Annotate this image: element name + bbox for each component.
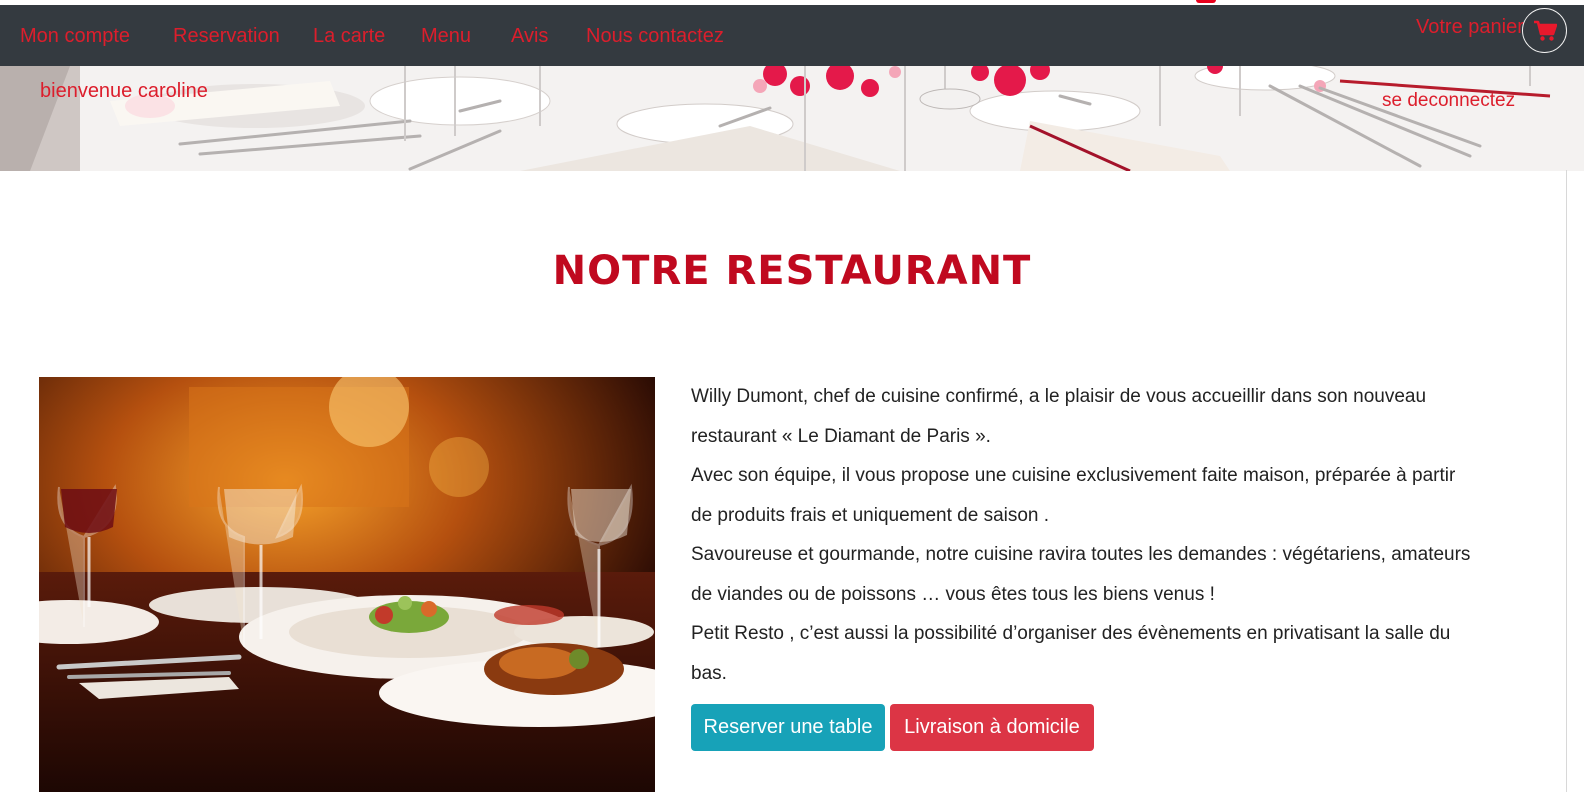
nav-nous-contactez[interactable]: Nous contactez (586, 25, 724, 48)
nav-menu[interactable]: Menu (421, 25, 471, 48)
top-mark (1196, 0, 1216, 3)
description-paragraph: Petit Resto , c’est aussi la possibilité… (691, 623, 1451, 684)
table-setting-illustration (0, 66, 1584, 171)
logout-link[interactable]: se deconnectez (1382, 90, 1515, 112)
page-edge-divider (1566, 170, 1567, 792)
description-paragraph: Savoureuse et gourmande, notre cuisine r… (691, 544, 1471, 605)
nav-la-carte[interactable]: La carte (313, 25, 385, 48)
shopping-cart-icon (1533, 20, 1557, 41)
nav-mon-compte[interactable]: Mon compte (20, 25, 130, 48)
cart-button[interactable] (1522, 8, 1567, 53)
nav-avis[interactable]: Avis (511, 25, 548, 48)
cart-label[interactable]: Votre panier (1416, 16, 1524, 39)
page-title: NOTRE RESTAURANT (552, 248, 1032, 294)
restaurant-photo (39, 377, 655, 792)
description-paragraph: Avec son équipe, il vous propose une cui… (691, 465, 1456, 526)
restaurant-description: Willy Dumont, chef de cuisine confirmé, … (691, 377, 1471, 693)
home-delivery-button[interactable]: Livraison à domicile (890, 704, 1094, 751)
description-paragraph: Willy Dumont, chef de cuisine confirmé, … (691, 386, 1427, 447)
restaurant-table-illustration (39, 377, 655, 792)
nav-reservation[interactable]: Reservation (173, 25, 280, 48)
reserve-table-button[interactable]: Reserver une table (691, 704, 885, 751)
welcome-message: bienvenue caroline (40, 80, 208, 102)
main-navbar: Mon compte Reservation La carte Menu Avi… (0, 5, 1584, 66)
header-banner-image (0, 66, 1584, 171)
